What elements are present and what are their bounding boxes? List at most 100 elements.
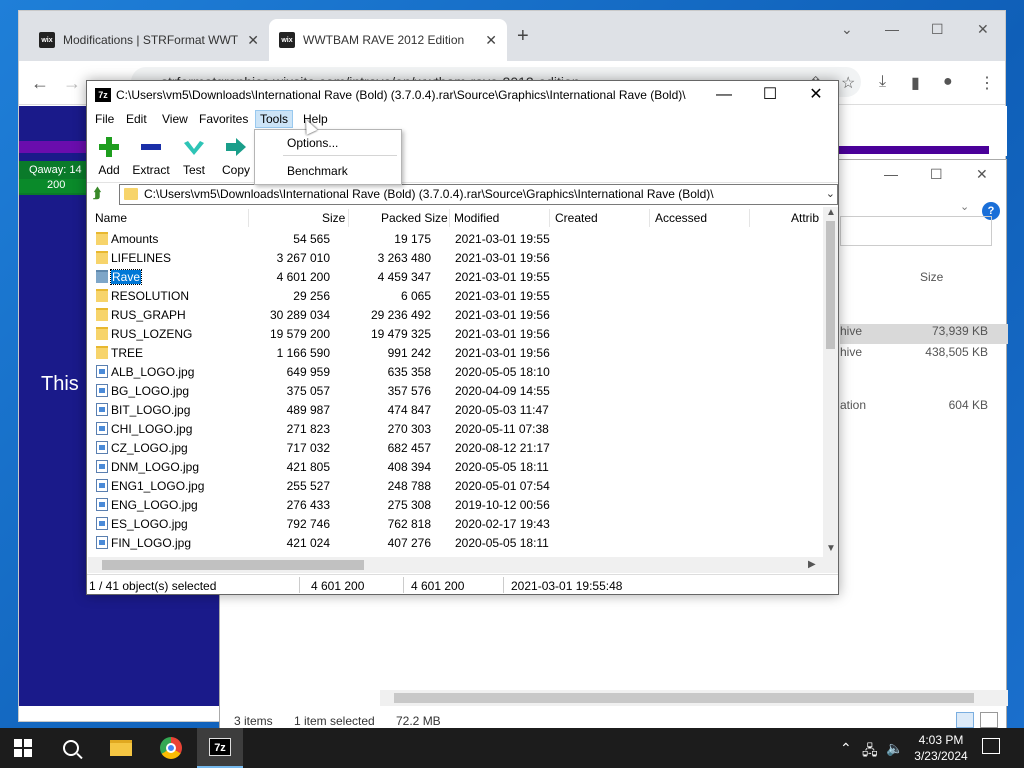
column-divider[interactable] bbox=[749, 209, 750, 227]
back-icon[interactable]: ← bbox=[31, 73, 49, 94]
column-divider[interactable] bbox=[549, 209, 550, 227]
file-modified: 2021-03-01 19:55 bbox=[455, 270, 550, 284]
table-row[interactable]: ALB_LOGO.jpg 649 959 635 358 2020-05-05 18:… bbox=[88, 362, 823, 381]
side-panel-icon[interactable]: ▮ bbox=[911, 73, 920, 93]
details-view-icon[interactable] bbox=[956, 712, 974, 728]
table-row[interactable]: Rave 4 601 200 4 459 347 2021-03-01 19:55 bbox=[88, 267, 823, 286]
column-divider[interactable] bbox=[449, 209, 450, 227]
search-input[interactable] bbox=[840, 216, 992, 246]
close-icon[interactable]: ✕ bbox=[976, 166, 988, 183]
column-name[interactable]: Name bbox=[95, 211, 127, 225]
menu-edit[interactable]: Edit bbox=[122, 111, 151, 127]
table-row[interactable]: RUS_GRAPH 30 289 034 29 236 492 2021-03-01 … bbox=[88, 305, 823, 324]
column-divider[interactable] bbox=[248, 209, 249, 227]
forward-icon[interactable]: → bbox=[63, 73, 81, 94]
file-size: 255 527 bbox=[286, 479, 330, 493]
table-row[interactable]: ENG_LOGO.jpg 276 433 275 308 2019-10-12 00:… bbox=[88, 495, 823, 514]
notification-icon[interactable] bbox=[982, 738, 1000, 754]
maximize-icon[interactable]: ☐ bbox=[747, 83, 793, 107]
table-row[interactable]: ES_LOGO.jpg 792 746 762 818 2020-02-17 19:4… bbox=[88, 514, 823, 533]
taskbar: 7z ⌃ 🖧 🔈 4:03 PM 3/23/2024 bbox=[0, 728, 1024, 768]
table-row[interactable]: LIFELINES 3 267 010 3 263 480 2021-03-01 19… bbox=[88, 248, 823, 267]
scroll-right-icon[interactable]: ▶ bbox=[808, 559, 816, 570]
scrollbar-thumb[interactable] bbox=[102, 560, 364, 570]
start-button[interactable] bbox=[0, 728, 46, 768]
taskbar-chrome[interactable] bbox=[148, 728, 194, 768]
menu-item-benchmark[interactable]: Benchmark bbox=[287, 164, 348, 178]
close-tab-icon[interactable]: ✕ bbox=[485, 32, 497, 49]
maximize-icon[interactable]: ☐ bbox=[931, 21, 944, 38]
table-row[interactable]: FIN_LOGO.jpg 421 024 407 276 2020-05-05 18:… bbox=[88, 533, 823, 552]
scroll-up-icon[interactable]: ▲ bbox=[826, 207, 836, 218]
test-button[interactable]: Test bbox=[172, 135, 216, 177]
column-accessed[interactable]: Accessed bbox=[655, 211, 707, 225]
table-row[interactable]: ENG1_LOGO.jpg 255 527 248 788 2020-05-01 07… bbox=[88, 476, 823, 495]
menu-view[interactable]: View bbox=[158, 111, 192, 127]
more-menu-icon[interactable]: ⋮ bbox=[979, 73, 995, 93]
close-icon[interactable]: ✕ bbox=[793, 83, 839, 107]
scrollbar-thumb[interactable] bbox=[826, 221, 835, 349]
column-packed-size[interactable]: Packed Size bbox=[381, 211, 448, 225]
table-row[interactable]: Amounts 54 565 19 175 2021-03-01 19:55 bbox=[88, 229, 823, 248]
new-tab-button[interactable]: + bbox=[517, 25, 529, 48]
list-item[interactable]: ation 604 KB bbox=[840, 398, 1008, 418]
add-button[interactable]: Add bbox=[87, 135, 131, 177]
column-divider[interactable] bbox=[649, 209, 650, 227]
table-row[interactable]: CZ_LOGO.jpg 717 032 682 457 2020-08-12 21:1… bbox=[88, 438, 823, 457]
chrome-tab-wwtbam[interactable]: wix WWTBAM RAVE 2012 Edition ✕ bbox=[269, 19, 507, 61]
chrome-tab-modifications[interactable]: wix Modifications | STRFormat WWT ✕ bbox=[29, 19, 269, 61]
clock[interactable]: 4:03 PM 3/23/2024 bbox=[904, 732, 978, 764]
table-row[interactable]: BIT_LOGO.jpg 489 987 474 847 2020-05-03 11:… bbox=[88, 400, 823, 419]
folder-icon bbox=[96, 232, 108, 245]
table-row[interactable]: RUS_LOZENG 19 579 200 19 479 325 2021-03-01… bbox=[88, 324, 823, 343]
file-name: Amounts bbox=[111, 232, 159, 246]
taskbar-7zip[interactable]: 7z bbox=[197, 728, 243, 768]
maximize-icon[interactable]: ☐ bbox=[930, 166, 943, 183]
column-size[interactable]: Size bbox=[322, 211, 345, 225]
table-row[interactable]: TREE 1 166 590 991 242 2021-03-01 19:56 bbox=[88, 343, 823, 362]
list-item[interactable]: hive 438,505 KB bbox=[840, 345, 1008, 365]
table-row[interactable]: DNM_LOGO.jpg 421 805 408 394 2020-05-05 18:… bbox=[88, 457, 823, 476]
minimize-icon[interactable]: — bbox=[884, 166, 898, 182]
search-button[interactable] bbox=[48, 728, 94, 768]
close-icon[interactable]: ✕ bbox=[977, 21, 989, 38]
show-hidden-icons-icon[interactable]: ⌃ bbox=[840, 740, 852, 757]
menu-file[interactable]: File bbox=[91, 111, 118, 127]
menu-favorites[interactable]: Favorites bbox=[195, 111, 252, 127]
download-icon[interactable]: ⤓ bbox=[879, 73, 886, 91]
profile-icon[interactable]: ● bbox=[943, 73, 953, 91]
column-divider[interactable] bbox=[348, 209, 349, 227]
volume-icon[interactable]: 🔈 bbox=[886, 740, 903, 757]
size-column-header[interactable]: Size bbox=[920, 270, 943, 284]
network-icon[interactable]: 🖧 bbox=[862, 740, 878, 764]
vertical-scrollbar[interactable]: ▲ ▼ bbox=[823, 207, 838, 557]
menu-tools[interactable]: Tools bbox=[255, 110, 294, 128]
large-icons-view-icon[interactable] bbox=[980, 712, 998, 728]
menu-item-options[interactable]: Options... bbox=[287, 136, 338, 150]
horizontal-scrollbar[interactable]: ▶ bbox=[88, 557, 838, 573]
close-tab-icon[interactable]: ✕ bbox=[247, 32, 259, 49]
scrollbar-thumb[interactable] bbox=[394, 693, 974, 703]
copy-button[interactable]: Copy bbox=[214, 135, 258, 177]
path-field[interactable]: C:\Users\vm5\Downloads\International Rav… bbox=[119, 184, 838, 205]
file-size: 717 032 bbox=[286, 441, 330, 455]
table-row[interactable]: BG_LOGO.jpg 375 057 357 576 2020-04-09 14:5… bbox=[88, 381, 823, 400]
scroll-down-icon[interactable]: ▼ bbox=[826, 543, 836, 554]
column-modified[interactable]: Modified bbox=[454, 211, 499, 225]
minimize-icon[interactable]: — bbox=[701, 83, 747, 107]
table-row[interactable]: RESOLUTION 29 256 6 065 2021-03-01 19:55 bbox=[88, 286, 823, 305]
chevron-down-icon[interactable]: ⌄ bbox=[826, 185, 835, 204]
chevron-down-icon[interactable]: ⌄ bbox=[960, 200, 969, 213]
horizontal-scrollbar[interactable] bbox=[380, 690, 1008, 706]
table-row[interactable]: CHI_LOGO.jpg 271 823 270 303 2020-05-11 07:… bbox=[88, 419, 823, 438]
taskbar-file-explorer[interactable] bbox=[98, 728, 144, 768]
star-icon[interactable]: ☆ bbox=[841, 73, 855, 93]
tab-search-icon[interactable]: ⌄ bbox=[841, 21, 853, 38]
minimize-icon[interactable]: — bbox=[885, 21, 899, 37]
up-folder-icon[interactable]: ⮭ bbox=[93, 185, 111, 203]
column-created[interactable]: Created bbox=[555, 211, 598, 225]
column-attrib[interactable]: Attrib bbox=[791, 211, 819, 225]
list-item[interactable]: hive 73,939 KB bbox=[840, 324, 1008, 344]
chrome-tab-strip: wix Modifications | STRFormat WWT ✕ wix … bbox=[19, 11, 1005, 61]
extract-button[interactable]: Extract bbox=[129, 135, 173, 177]
